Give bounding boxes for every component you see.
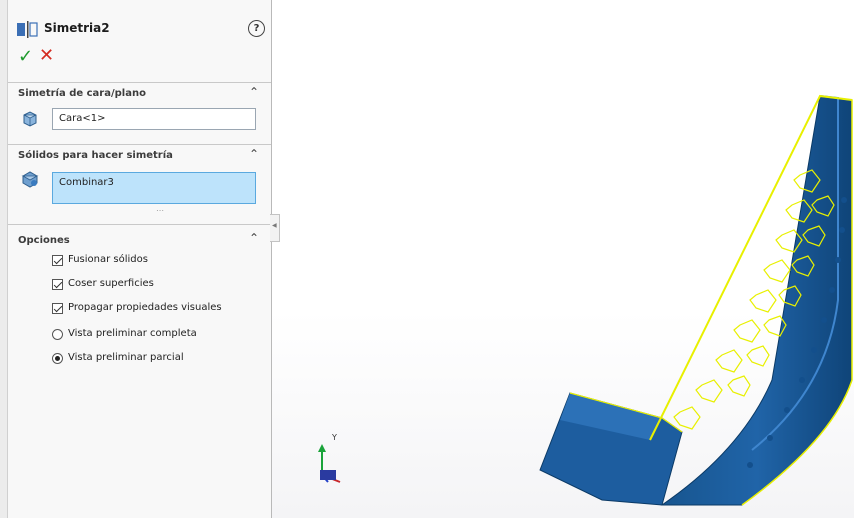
feature-title: Simetria2 [44, 21, 110, 35]
bodies-to-mirror-section: Sólidos para hacer simetría ⌃ Combinar3 … [8, 144, 271, 225]
collapse-chevron-icon[interactable]: ⌃ [249, 231, 259, 245]
ok-button[interactable]: ✓ [18, 46, 33, 67]
section-title-mirror-face: Simetría de cara/plano [18, 88, 146, 99]
radio-button[interactable] [52, 329, 63, 340]
checkbox[interactable] [52, 279, 63, 290]
collapse-chevron-icon[interactable]: ⌃ [249, 85, 259, 99]
face-selection-icon [23, 111, 37, 127]
section-title-bodies: Sólidos para hacer simetría [18, 150, 173, 161]
graphics-viewport[interactable]: Y [272, 0, 854, 518]
feature-header: Simetria2 ? [16, 18, 266, 42]
coordinate-triad [318, 444, 341, 483]
checkbox[interactable] [52, 255, 63, 266]
solid-body-icon [21, 171, 39, 188]
checkbox[interactable] [52, 303, 63, 314]
bodies-list-field[interactable]: Combinar3 [52, 172, 256, 204]
property-manager-panel: Simetria2 ? ✓ ✕ Simetría de cara/plano ⌃… [0, 0, 272, 518]
mirror-feature-icon [17, 21, 38, 38]
radio-button[interactable] [52, 353, 63, 364]
model-view[interactable]: Y [272, 0, 854, 518]
mirror-face-field[interactable]: Cara<1> [52, 108, 256, 130]
section-title-options: Opciones [18, 235, 70, 246]
collapse-chevron-icon[interactable]: ⌃ [249, 147, 259, 161]
mirrored-solid-model[interactable] [539, 94, 853, 506]
mirror-face-section: Simetría de cara/plano ⌃ Cara<1> [8, 82, 271, 145]
triad-y-label: Y [331, 433, 337, 442]
resize-grip-icon[interactable]: ⋯ [156, 206, 164, 215]
help-icon[interactable]: ? [248, 20, 265, 37]
cancel-button[interactable]: ✕ [39, 45, 54, 66]
panel-edge [0, 0, 8, 518]
panel-expand-tab[interactable]: ◀ [270, 214, 280, 242]
options-section: Opciones ⌃ Fusionar sólidos Coser superf… [8, 224, 271, 519]
